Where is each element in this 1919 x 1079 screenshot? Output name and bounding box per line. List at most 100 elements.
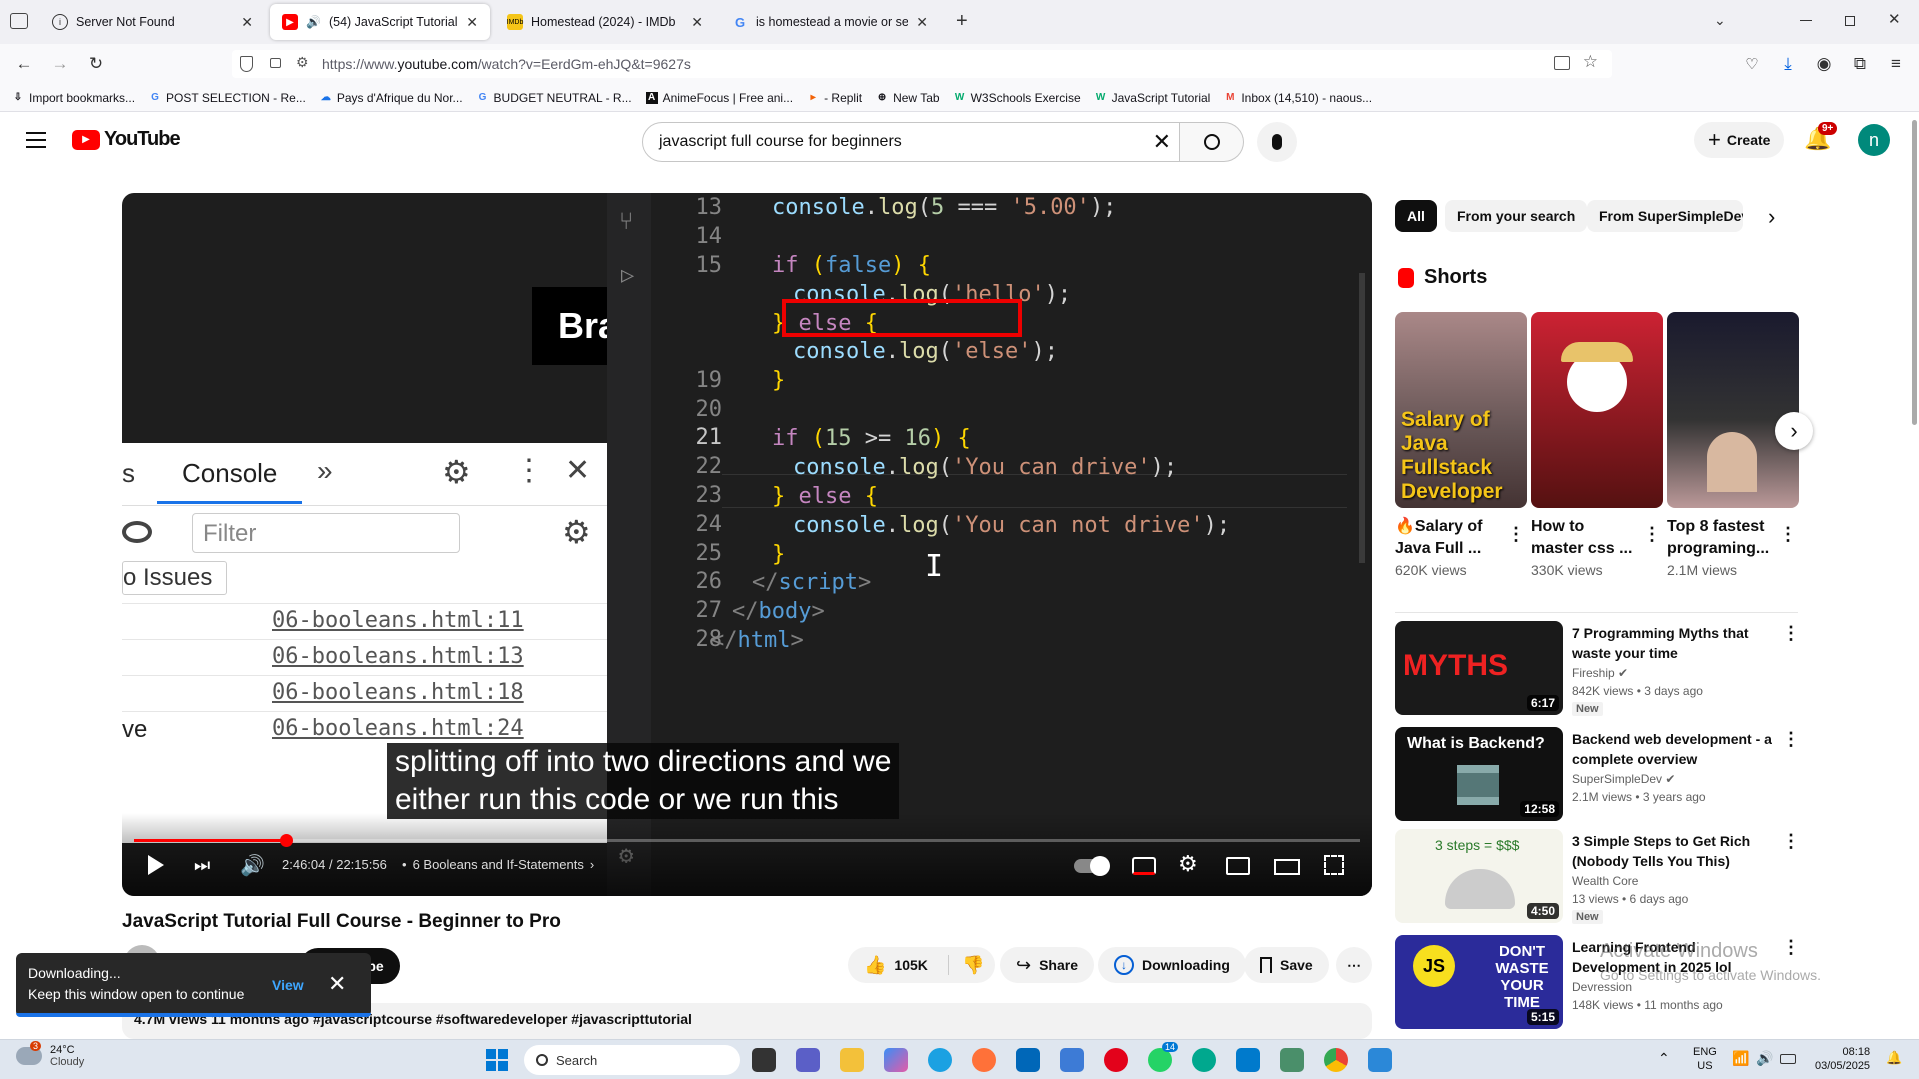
forward-icon[interactable]: → [48,52,72,76]
shield-icon[interactable] [240,56,253,72]
next-button[interactable]: ⏭ [194,855,210,876]
download-icon[interactable]: ⤓ [1776,52,1800,76]
notifications-button[interactable]: 🔔 9+ [1804,122,1838,154]
filter-input[interactable]: Filter [192,513,460,553]
save-button[interactable]: Save [1244,947,1329,983]
settings-gear-icon[interactable]: ⚙ [442,453,471,491]
avatar[interactable]: n [1858,124,1890,156]
video-player[interactable]: s Console » ⚙ ⋮ ✕ Filter ⚙ o Issues 06-b… [122,193,1372,896]
file-explorer-icon[interactable] [840,1048,864,1072]
bookmark-item[interactable]: ⇩ Import bookmarks... [12,91,135,105]
short-item[interactable]: Salary of Java Fullstack Developer 🔥Sala… [1395,312,1527,578]
chevron-right-icon[interactable]: › [1768,204,1775,230]
taskbar-search[interactable]: Search [524,1045,740,1075]
bookmark-item[interactable]: W JavaScript Tutorial [1095,91,1210,105]
paint-icon[interactable] [1368,1048,1392,1072]
fullscreen-icon[interactable] [1324,855,1344,875]
speaker-icon[interactable]: 🔊 [306,15,321,29]
bookmark-star-icon[interactable]: ☆ [1583,52,1598,72]
progress-bar[interactable] [134,834,1360,847]
bookmark-item[interactable]: G POST SELECTION - Re... [149,91,306,105]
bookmark-item[interactable]: G BUDGET NEUTRAL - R... [477,91,632,105]
autoplay-toggle[interactable] [1074,856,1110,876]
more-actions-button[interactable]: ⋯ [1336,947,1372,983]
shorts-next-button[interactable]: › [1775,412,1813,450]
url-bar[interactable]: ⚙ https://www. youtube.com/watch?v=EerdGm… [232,50,1612,78]
more-vert-icon[interactable]: ⋮ [1782,831,1800,852]
translator-icon[interactable] [1060,1048,1084,1072]
vscode-icon[interactable] [1236,1048,1260,1072]
close-icon[interactable]: ✕ [241,14,253,31]
thumbs-down-icon[interactable]: 👎 [962,955,984,976]
teams-icon[interactable] [796,1048,820,1072]
store-icon[interactable] [1016,1048,1040,1072]
permissions-icon[interactable]: ⚙ [296,54,309,71]
play-button[interactable] [148,855,164,875]
miniplayer-icon[interactable] [1226,857,1250,875]
share-button[interactable]: ↪ Share [1000,947,1095,983]
tab-google[interactable]: G is homestead a movie or series ✕ [720,4,940,40]
restore-icon[interactable] [1845,16,1855,26]
hamburger-menu-icon[interactable] [26,132,46,148]
console-link[interactable]: 06-booleans.html:18 [272,680,524,705]
filter-settings-gear-icon[interactable]: ⚙ [562,513,591,551]
close-window-icon[interactable]: ✕ [1888,10,1901,28]
new-tab-icon[interactable]: + [956,10,968,33]
volume-tray-icon[interactable]: 🔊 [1756,1050,1773,1067]
menu-icon[interactable]: ≡ [1884,52,1908,76]
chip-all[interactable]: All [1395,200,1437,232]
progress-scrubber[interactable] [280,834,294,847]
whatsapp-icon[interactable]: 14 [1148,1042,1179,1072]
tab-server-not-found[interactable]: i Server Not Found ✕ [40,4,265,40]
console-link[interactable]: 06-booleans.html:13 [272,644,524,669]
tray-chevron-up-icon[interactable]: ⌃ [1658,1050,1670,1067]
kaspersky-icon[interactable] [1192,1048,1216,1072]
firefox-icon[interactable] [972,1048,996,1072]
close-icon[interactable]: ✕ [691,14,703,31]
language-indicator[interactable]: ENG US [1693,1045,1717,1073]
clock[interactable]: 08:18 03/05/2025 [1815,1045,1870,1073]
page-scrollbar[interactable] [1912,120,1917,425]
console-link[interactable]: 06-booleans.html:11 [272,608,524,633]
settings-icon[interactable]: ⚙ [1178,851,1198,877]
minimize-icon[interactable] [1800,20,1812,21]
control-panel-icon[interactable] [1280,1048,1304,1072]
reload-icon[interactable]: ↻ [84,52,108,76]
theater-mode-icon[interactable] [1274,859,1300,875]
chevron-down-icon[interactable]: ⌄ [1714,12,1726,29]
search-button[interactable] [1180,122,1244,162]
bookmark-item[interactable]: ▸ - Replit [807,91,863,105]
back-icon[interactable]: ← [12,52,36,76]
close-icon[interactable]: ✕ [466,14,478,31]
short-item[interactable]: How to master css ... 330K views ⋮ [1531,312,1663,578]
opera-icon[interactable] [1104,1048,1128,1072]
devtools-tab-console[interactable]: Console [182,458,277,489]
eye-icon[interactable] [122,521,152,543]
short-more-icon[interactable]: ⋮ [1507,524,1525,545]
recommended-video[interactable]: 3 steps = $$$ 4:50 3 Simple Steps to Get… [1395,829,1805,925]
wifi-icon[interactable]: 📶 [1732,1050,1749,1067]
edge-icon[interactable] [928,1048,952,1072]
weather-widget[interactable]: 3 24°C Cloudy [16,1041,84,1068]
pocket-icon[interactable]: ♡ [1740,52,1764,76]
recommended-video[interactable]: MYTHS 6:17 7 Programming Myths that wast… [1395,621,1805,717]
more-vert-icon[interactable]: ⋮ [1782,729,1800,750]
battery-icon[interactable] [1780,1054,1796,1064]
clear-search-icon[interactable]: ✕ [1153,129,1171,155]
account-icon[interactable]: ◉ [1812,52,1836,76]
chip-from-your-search[interactable]: From your search [1445,200,1588,232]
more-vert-icon[interactable]: ⋮ [1782,623,1800,644]
tab-youtube[interactable]: ▶ 🔊 (54) JavaScript Tutorial Ful ✕ [270,4,490,40]
lock-icon[interactable] [270,58,281,68]
close-icon[interactable]: ✕ [916,14,928,31]
console-link[interactable]: 06-booleans.html:24 [272,716,524,741]
toast-close-icon[interactable]: ✕ [328,971,346,997]
bookmark-item[interactable]: W W3Schools Exercise [954,91,1081,105]
chip-from-supersimpledev[interactable]: From SuperSimpleDev [1587,200,1743,232]
recommended-video[interactable]: What is Backend? 12:58 Backend web devel… [1395,727,1805,823]
chrome-icon[interactable] [1324,1048,1348,1072]
notification-bell-icon[interactable]: 🔔 [1886,1050,1902,1066]
short-item[interactable]: Top 8 fastest programing... 2.1M views ⋮ [1667,312,1799,578]
translate-icon[interactable] [1554,56,1570,70]
search-input[interactable]: javascript full course for beginners ✕ [642,122,1180,162]
